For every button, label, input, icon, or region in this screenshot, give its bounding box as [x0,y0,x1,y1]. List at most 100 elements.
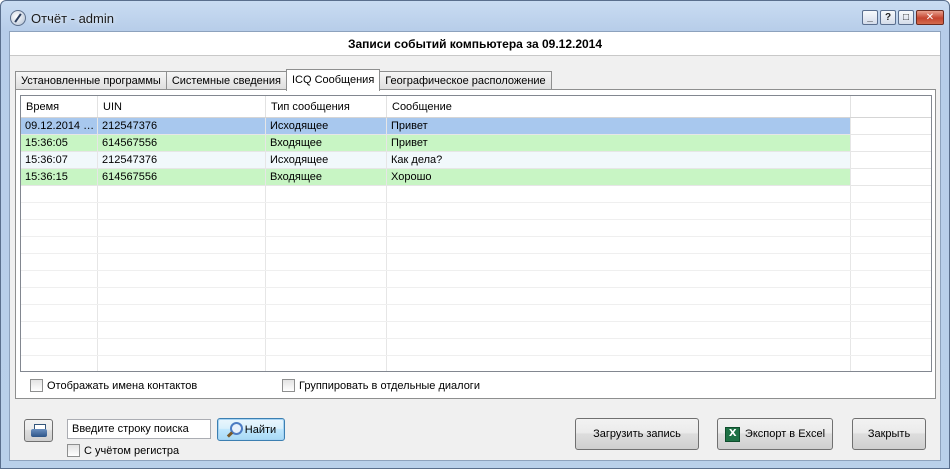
tab-geo-location[interactable]: Географическое расположение [379,71,552,90]
empty-row [21,220,931,237]
group-dialogs-option[interactable]: Группировать в отдельные диалоги [282,379,480,392]
empty-row [21,322,931,339]
table-row[interactable]: 15:36:07 212547376 Исходящее Как дела? [21,152,931,169]
match-case-checkbox[interactable] [67,444,80,457]
empty-cell [266,322,387,338]
empty-cell [851,203,931,219]
empty-cell [387,237,851,253]
cell-time: 15:36:05 [21,135,98,151]
cell-uin: 212547376 [98,152,266,168]
empty-cell [21,339,98,355]
empty-cell [266,254,387,270]
column-header-type[interactable]: Тип сообщения [266,96,387,117]
maximize-button[interactable]: □ [898,10,914,25]
app-clock-icon [10,10,26,26]
table-row[interactable]: 15:36:05 614567556 Входящее Привет [21,135,931,152]
title-bar[interactable]: Отчёт - admin _ ? □ ✕ [1,1,949,31]
empty-cell [21,288,98,304]
cell-filler [851,152,931,168]
export-excel-button[interactable]: Экспорт в Excel [717,418,833,450]
grid-header: Время UIN Тип сообщения Сообщение [21,96,931,118]
cell-uin: 614567556 [98,135,266,151]
help-button[interactable]: ? [880,10,896,25]
match-case-label: С учётом регистра [84,444,180,457]
messages-grid[interactable]: Время UIN Тип сообщения Сообщение 09.12.… [20,95,932,372]
match-case-option[interactable]: С учётом регистра [67,444,179,457]
window-title: Отчёт - admin [31,11,114,26]
cell-message: Привет [387,135,851,151]
empty-cell [98,186,266,202]
column-header-uin[interactable]: UIN [98,96,266,117]
cell-filler [851,118,931,134]
empty-cell [851,186,931,202]
table-row[interactable]: 09.12.2014 15:35:53 212547376 Исходящее … [21,118,931,135]
show-contact-names-option[interactable]: Отображать имена контактов [30,379,197,392]
load-record-button[interactable]: Загрузить запись [575,418,699,450]
empty-cell [98,288,266,304]
group-dialogs-checkbox[interactable] [282,379,295,392]
tab-icq-messages[interactable]: ICQ Сообщения [285,69,381,91]
empty-cell [98,237,266,253]
close-button[interactable]: Закрыть [852,418,926,450]
cell-time: 15:36:15 [21,169,98,185]
empty-row [21,305,931,322]
group-dialogs-label: Группировать в отдельные диалоги [299,379,480,392]
excel-icon [724,426,740,442]
load-record-label: Загрузить запись [593,428,681,440]
empty-cell [98,356,266,371]
table-row[interactable]: 15:36:15 614567556 Входящее Хорошо [21,169,931,186]
empty-row [21,356,931,371]
empty-cell [851,339,931,355]
close-window-button[interactable]: ✕ [916,10,944,25]
tab-installed-programs[interactable]: Установленные программы [15,71,167,90]
empty-cell [21,271,98,287]
empty-cell [387,356,851,371]
close-button-label: Закрыть [867,428,911,440]
show-contact-names-label: Отображать имена контактов [47,379,198,392]
report-heading: Записи событий компьютера за 09.12.2014 [10,32,940,56]
cell-uin: 614567556 [98,169,266,185]
print-button[interactable] [24,419,53,442]
empty-cell [21,356,98,371]
empty-cell [98,220,266,236]
empty-cell [851,322,931,338]
empty-cell [266,237,387,253]
empty-cell [266,305,387,321]
empty-cell [387,186,851,202]
cell-type: Исходящее [266,118,387,134]
client-area: Записи событий компьютера за 09.12.2014 … [9,31,941,461]
printer-icon [30,424,47,437]
empty-cell [21,220,98,236]
show-contact-names-checkbox[interactable] [30,379,43,392]
cell-time: 09.12.2014 15:35:53 [21,118,98,134]
empty-cell [98,271,266,287]
cell-message: Привет [387,118,851,134]
empty-row [21,254,931,271]
empty-cell [387,220,851,236]
cell-message: Как дела? [387,152,851,168]
empty-cell [21,305,98,321]
search-input[interactable] [67,419,211,439]
empty-cell [387,339,851,355]
empty-cell [387,288,851,304]
empty-cell [387,254,851,270]
empty-cell [851,220,931,236]
empty-cell [21,322,98,338]
empty-cell [851,271,931,287]
column-header-message[interactable]: Сообщение [387,96,851,117]
empty-cell [98,254,266,270]
empty-cell [851,288,931,304]
empty-row [21,271,931,288]
empty-row [21,288,931,305]
find-button[interactable]: Найти [217,418,285,441]
empty-row [21,186,931,203]
cell-uin: 212547376 [98,118,266,134]
empty-cell [266,203,387,219]
tab-strip: Установленные программы Системные сведен… [15,69,552,91]
tab-system-info[interactable]: Системные сведения [165,71,287,90]
empty-cell [21,237,98,253]
cell-type: Исходящее [266,152,387,168]
empty-row [21,203,931,220]
column-header-time[interactable]: Время [21,96,98,117]
minimize-button[interactable]: _ [862,10,878,25]
